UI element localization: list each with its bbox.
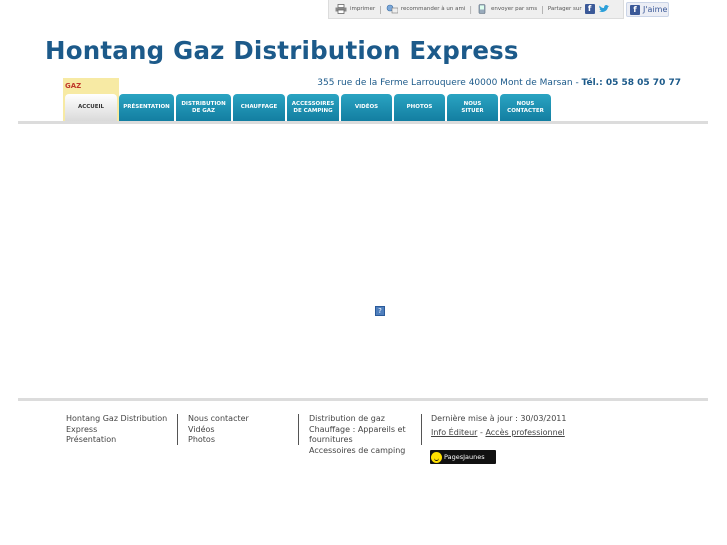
footer-link-videos[interactable]: Vidéos — [188, 425, 287, 436]
recommend-link[interactable]: recommander à un ami — [386, 4, 465, 14]
tab-presentation[interactable]: Présentation — [119, 94, 174, 121]
footer-link-distribution[interactable]: Distribution de gaz — [309, 414, 420, 425]
acces-professionnel-link[interactable]: Accès professionnel — [485, 428, 564, 437]
recommend-icon — [386, 4, 398, 14]
pagesjaunes-logo-icon — [431, 451, 442, 463]
tab-photos[interactable]: Photos — [394, 94, 445, 121]
tab-label: Photos — [406, 104, 433, 111]
facebook-like-button[interactable]: f J'aime — [626, 2, 669, 17]
tab-chauffage[interactable]: Chauffage — [233, 94, 285, 121]
contact-address: 355 rue de la Ferme Larrouquere 40000 Mo… — [317, 78, 681, 88]
pagesjaunes-label: PagesJaunes — [444, 453, 485, 461]
toolbar-separator: | — [541, 4, 544, 14]
tab-nous-contacter[interactable]: Nous contacter — [500, 94, 551, 121]
share-links: Partager sur f — [548, 4, 610, 14]
footer-legal-links: Info Éditeur - Accès professionnel — [431, 428, 581, 439]
pagesjaunes-badge[interactable]: PagesJaunes — [430, 450, 496, 464]
sms-label: envoyer par sms — [491, 6, 538, 12]
footer-link-text: fournitures — [309, 435, 353, 444]
twitter-icon[interactable] — [598, 4, 610, 14]
tab-label: de camping — [293, 107, 333, 114]
footer-col-3: Distribution de gaz Chauffage : Appareil… — [298, 414, 420, 455]
phone-icon — [478, 4, 486, 14]
tab-label: Accessoires — [291, 101, 335, 107]
recommend-label: recommander à un ami — [400, 6, 466, 12]
tab-label: Distribution — [181, 101, 226, 107]
footer-link-accessoires[interactable]: Accessoires de camping — [309, 446, 420, 457]
tab-label: Vidéos — [354, 104, 379, 111]
print-link[interactable]: imprimer — [335, 4, 375, 14]
print-label: imprimer — [350, 6, 376, 12]
share-label: Partager sur — [547, 6, 582, 12]
info-editeur-link[interactable]: Info Éditeur — [431, 428, 477, 437]
footer-link-text: Hontang Gaz Distribution — [66, 414, 168, 423]
footer-link-text: Express — [66, 424, 98, 434]
footer-col-4: Dernière mise à jour : 30/03/2011 Info É… — [421, 414, 581, 445]
footer-link-presentation[interactable]: Présentation — [66, 435, 176, 446]
like-label: J'aime — [643, 5, 668, 14]
tab-distribution-de-gaz[interactable]: Distribution de gaz — [176, 94, 231, 121]
printer-icon — [335, 4, 347, 14]
facebook-icon[interactable]: f — [584, 4, 595, 14]
tab-label: Nous — [463, 101, 482, 107]
tab-label: de gaz — [192, 107, 215, 114]
footer-link-contact[interactable]: Nous contacter — [188, 414, 287, 425]
toolbar-separator: | — [469, 4, 473, 14]
tab-accessoires-de-camping[interactable]: Accessoires de camping — [287, 94, 339, 121]
footer-divider — [18, 398, 708, 401]
main-navigation: Accueil Présentation Distribution de gaz … — [65, 94, 551, 121]
tab-accueil[interactable]: Accueil — [65, 94, 117, 121]
site-title: Hontang Gaz Distribution Express — [45, 36, 519, 65]
last-updated: Dernière mise à jour : 30/03/2011 — [431, 414, 567, 423]
toolbar-separator: | — [379, 4, 382, 14]
header-divider — [18, 121, 708, 124]
tab-label: Présentation — [123, 104, 170, 111]
footer-link-text: Chauffage : Appareils et — [309, 424, 406, 434]
tab-label: Accueil — [77, 104, 105, 111]
tab-label: contacter — [507, 107, 544, 114]
address-text: 355 rue de la Ferme Larrouquere 40000 Mo… — [317, 78, 573, 88]
footer-link-chauffage[interactable]: Chauffage : Appareils et fournitures — [309, 425, 420, 446]
tab-label: situer — [461, 107, 484, 114]
facebook-icon: f — [630, 4, 640, 15]
footer-col-1: Hontang Gaz Distribution Express Présent… — [66, 414, 176, 446]
telephone: Tél.: 05 58 05 70 77 — [581, 78, 681, 88]
sms-link[interactable]: envoyer par sms — [476, 4, 537, 14]
footer-link-home[interactable]: Hontang Gaz Distribution Express — [66, 414, 176, 435]
tab-nous-situer[interactable]: Nous situer — [447, 94, 498, 121]
footer-col-2: Nous contacter Vidéos Photos — [177, 414, 287, 445]
logo-text: GAZ — [65, 82, 82, 90]
tab-videos[interactable]: Vidéos — [341, 94, 392, 121]
footer-link-photos[interactable]: Photos — [188, 435, 287, 446]
tab-label: Chauffage — [240, 104, 278, 111]
share-toolbar: imprimer | recommander à un ami | envoye… — [328, 0, 624, 19]
missing-plugin-icon[interactable]: ? — [375, 306, 385, 316]
